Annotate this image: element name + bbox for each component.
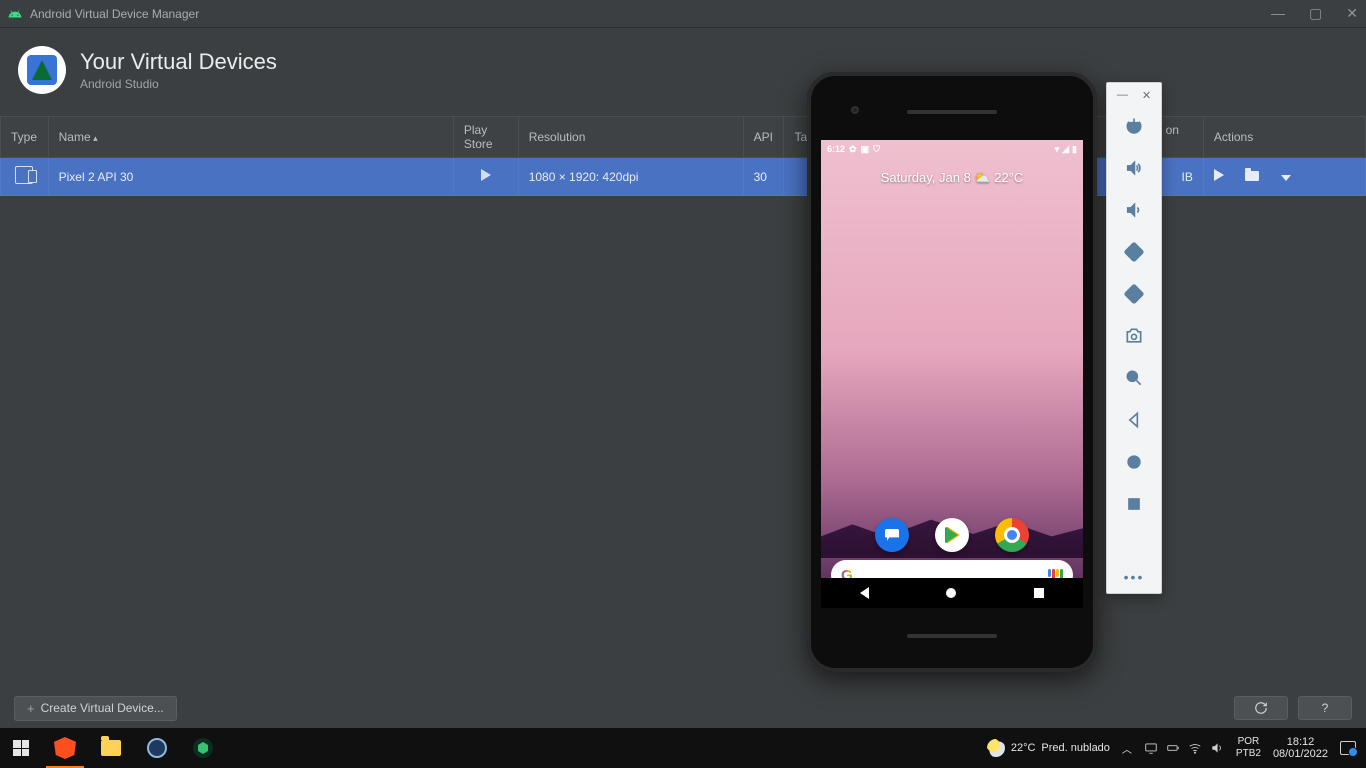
earpiece	[907, 110, 997, 114]
home-weather-widget[interactable]: Saturday, Jan 8 ⛅ 22°C	[821, 170, 1083, 186]
emulator-device[interactable]: 6:12 ✿ ▣ ⛉ ▾ ◢ ▮ Saturday, Jan 8 ⛅ 22°C …	[807, 72, 1097, 672]
tray-battery-icon[interactable]	[1166, 741, 1180, 755]
col-name[interactable]: Name	[48, 117, 453, 158]
weather-temp: 22°C	[1011, 742, 1036, 754]
device-icon	[15, 166, 33, 184]
wifi-icon: ▾	[1055, 144, 1060, 155]
launch-button[interactable]	[1214, 169, 1224, 181]
minimize-button[interactable]: ―	[1271, 5, 1285, 22]
col-type[interactable]: Type	[1, 117, 49, 158]
tray-wifi-icon[interactable]	[1188, 741, 1202, 755]
shield-status-icon: ⛉	[873, 144, 880, 155]
clock-time: 18:12	[1287, 736, 1315, 748]
emulator-screen[interactable]: 6:12 ✿ ▣ ⛉ ▾ ◢ ▮ Saturday, Jan 8 ⛅ 22°C …	[821, 140, 1083, 608]
create-virtual-device-button[interactable]: + Create Virtual Device...	[14, 696, 177, 721]
tray-monitor-icon[interactable]	[1144, 741, 1158, 755]
tray-volume-icon[interactable]	[1210, 741, 1224, 755]
messages-app-icon[interactable]	[875, 518, 909, 552]
power-button[interactable]	[1124, 116, 1144, 136]
taskbar-android-studio-icon[interactable]	[134, 728, 180, 768]
volume-up-button[interactable]	[1124, 158, 1144, 178]
emulator-toolbar[interactable]: ― ✕ •••	[1106, 82, 1162, 594]
screenshot-button[interactable]	[1124, 326, 1144, 346]
rotate-left-button[interactable]	[1124, 242, 1144, 262]
taskbar-file-explorer-icon[interactable]	[88, 728, 134, 768]
refresh-button[interactable]	[1234, 696, 1288, 720]
volume-down-button[interactable]	[1124, 200, 1144, 220]
toolbar-close-button[interactable]: ✕	[1142, 89, 1151, 102]
lang-line1: POR	[1238, 736, 1260, 748]
weather-desc: Pred. nublado	[1041, 742, 1110, 754]
extended-controls-button[interactable]: •••	[1124, 569, 1145, 585]
taskbar-brave-icon[interactable]	[42, 728, 88, 768]
col-resolution[interactable]: Resolution	[518, 117, 743, 158]
device-api: 30	[743, 158, 784, 196]
lang-line2: PTB2	[1236, 748, 1261, 760]
help-label: ?	[1322, 701, 1329, 715]
more-actions-button[interactable]	[1281, 175, 1291, 181]
page-subtitle: Android Studio	[80, 77, 277, 91]
clock-date: 08/01/2022	[1273, 748, 1328, 760]
maximize-button[interactable]: ▢	[1309, 5, 1322, 22]
language-indicator[interactable]: POR PTB2	[1236, 736, 1261, 760]
taskbar-clock[interactable]: 18:12 08/01/2022	[1273, 736, 1328, 760]
zoom-button[interactable]	[1124, 368, 1144, 388]
signal-icon: ◢	[1062, 144, 1069, 155]
plus-icon: +	[27, 701, 35, 716]
create-virtual-device-label: Create Virtual Device...	[41, 701, 164, 715]
play-store-icon	[481, 169, 491, 181]
front-camera	[851, 106, 859, 114]
device-resolution: 1080 × 1920: 420dpi	[518, 158, 743, 196]
device-name: Pixel 2 API 30	[48, 158, 453, 196]
title-bar[interactable]: Android Virtual Device Manager ― ▢ ✕	[0, 0, 1366, 28]
status-time: 6:12	[827, 144, 845, 154]
taskbar-node-icon[interactable]	[180, 728, 226, 768]
rotate-right-button[interactable]	[1124, 284, 1144, 304]
play-store-app-icon[interactable]	[935, 518, 969, 552]
col-actions[interactable]: Actions	[1203, 117, 1365, 158]
start-button[interactable]	[0, 728, 42, 768]
tray-chevron-up-icon[interactable]: ︿	[1122, 741, 1132, 756]
close-button[interactable]: ✕	[1346, 5, 1358, 22]
battery-icon: ▮	[1072, 144, 1077, 155]
chrome-app-icon[interactable]	[995, 518, 1029, 552]
back-button[interactable]	[1124, 410, 1144, 430]
nav-recent-button[interactable]	[1034, 588, 1044, 598]
weather-icon	[987, 739, 1005, 757]
taskbar-weather[interactable]: 22°C Pred. nublado	[987, 739, 1110, 757]
square-status-icon: ▣	[861, 144, 870, 155]
nav-back-button[interactable]	[860, 587, 869, 599]
android-studio-logo	[18, 46, 66, 94]
footer-bar: + Create Virtual Device... ?	[0, 688, 1366, 728]
chin-speaker	[907, 634, 997, 638]
system-tray: 22°C Pred. nublado ︿ POR PTB2 18:12 08/0…	[987, 736, 1366, 760]
overview-button[interactable]	[1124, 494, 1144, 514]
col-play-store[interactable]: Play Store	[453, 117, 518, 158]
nav-home-button[interactable]	[946, 588, 956, 598]
android-nav-bar	[821, 578, 1083, 608]
android-status-bar[interactable]: 6:12 ✿ ▣ ⛉ ▾ ◢ ▮	[821, 140, 1083, 158]
toolbar-minimize-button[interactable]: ―	[1117, 89, 1128, 102]
settings-status-icon: ✿	[849, 144, 857, 155]
refresh-icon	[1254, 701, 1268, 715]
page-title: Your Virtual Devices	[80, 49, 277, 75]
action-center-button[interactable]	[1340, 741, 1356, 755]
home-button[interactable]	[1124, 452, 1144, 472]
home-dock	[821, 518, 1083, 552]
open-folder-button[interactable]	[1245, 171, 1259, 181]
windows-taskbar[interactable]: 22°C Pred. nublado ︿ POR PTB2 18:12 08/0…	[0, 728, 1366, 768]
col-api[interactable]: API	[743, 117, 784, 158]
android-icon	[8, 7, 22, 21]
tray-system-icons[interactable]	[1144, 741, 1224, 755]
device-actions	[1203, 158, 1365, 196]
help-button[interactable]: ?	[1298, 696, 1352, 720]
window-title: Android Virtual Device Manager	[30, 7, 199, 21]
